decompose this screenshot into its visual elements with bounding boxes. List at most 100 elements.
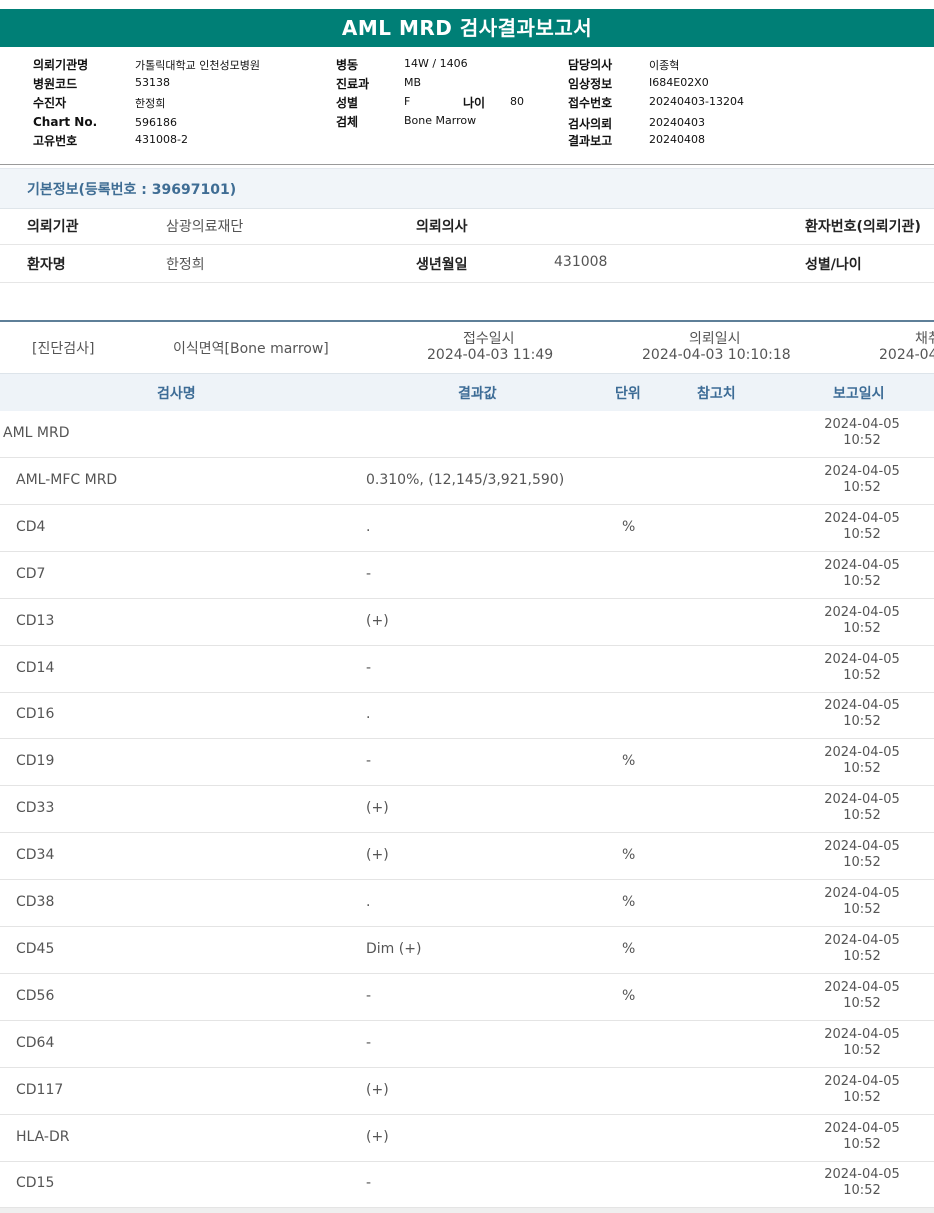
table-row: CD4.% 2024-04-05 10:52 <box>0 505 934 552</box>
report-datetime: 2024-04-05 10:52 <box>824 1121 900 1153</box>
hospital-name-label: 의뢰기관명 <box>33 58 89 72</box>
test-name: CD38 <box>16 894 55 910</box>
collected-value: 2024-04 <box>879 347 934 363</box>
report-date: 2024-04-05 <box>824 792 900 808</box>
report-time: 10:52 <box>843 855 881 871</box>
header-report-date: 보고일시 <box>833 386 885 402</box>
report-datetime: 2024-04-05 10:52 <box>824 933 900 965</box>
report-time: 10:52 <box>843 433 881 448</box>
table-row: CD56 -% 2024-04-05 10:52 <box>0 974 934 1021</box>
report-date: 2024-04-05 <box>824 1167 900 1183</box>
report-datetime: 2024-04-05 10:52 <box>824 605 900 637</box>
doctor-label: 담당의사 <box>568 58 613 72</box>
test-result: - <box>366 1175 372 1192</box>
table-row: AML MRD 2024-04-05 10:52 <box>0 411 934 458</box>
table-row: CD64 - 2024-04-05 10:52 <box>0 1021 934 1068</box>
received-value: 2024-04-03 11:49 <box>427 347 554 363</box>
test-name: CD117 <box>16 1081 64 1098</box>
result-table-body: AML MRD 2024-04-05 10:52 AML-MFC MRD 0.310%,… <box>0 411 934 1209</box>
test-name: CD64 <box>16 1034 55 1051</box>
hospital-name-value: 가톨릭대학교 인천성모병원 <box>135 59 260 72</box>
exam-type: [진단검사] <box>32 341 95 357</box>
report-time: 10:52 <box>843 808 881 824</box>
report-time: 10:52 <box>843 620 881 636</box>
report-date: 2024-04-05 <box>824 839 900 855</box>
report-time: 10:52 <box>843 1136 881 1152</box>
report-datetime: 2024-04-05 10:52 <box>824 745 900 777</box>
sex-age-label: 성별/나이 <box>805 257 862 273</box>
doctor-value: 이종혁 <box>649 59 680 72</box>
report-date: 2024-04-05 <box>824 698 900 714</box>
test-result: - <box>366 659 372 676</box>
test-result: . <box>366 894 371 910</box>
report-datetime: 2024-04-05 10:52 <box>824 792 900 824</box>
report-date: 2024-04-05 <box>824 1026 900 1042</box>
test-name: CD14 <box>16 659 55 676</box>
header-test-name: 검사명 <box>157 386 196 402</box>
request-date-label: 검사의뢰 <box>568 117 613 131</box>
report-time: 10:52 <box>843 1042 881 1058</box>
chart-no-label: Chart No. <box>33 115 98 129</box>
test-name: AML-MFC MRD <box>16 471 118 488</box>
report-datetime: 2024-04-05 10:52 <box>824 1027 900 1059</box>
specimen-label: 검체 <box>336 115 359 129</box>
report-time: 10:52 <box>843 573 881 589</box>
report-datetime: 2024-04-05 10:52 <box>824 1167 900 1199</box>
requested-label: 의뢰일시 <box>689 331 741 347</box>
test-name: CD19 <box>16 753 55 770</box>
basic-info-title: 기본정보(등록번호 : 39697101) <box>27 182 237 198</box>
table-row: CD19 -% 2024-04-05 10:52 <box>0 739 934 787</box>
test-result: . <box>366 706 371 723</box>
report-datetime: 2024-04-05 10:52 <box>824 886 900 918</box>
report-time: 10:52 <box>843 948 881 964</box>
test-result: (+) <box>366 1081 389 1098</box>
report-date: 2024-04-05 <box>824 557 900 573</box>
test-name: CD13 <box>16 612 55 629</box>
report-date-value: 20240408 <box>649 133 705 146</box>
header-unit: 단위 <box>615 386 641 402</box>
ward-value: 14W / 1406 <box>404 57 468 70</box>
patient-label: 수진자 <box>33 96 67 110</box>
report-date: 2024-04-05 <box>824 651 900 667</box>
hospital-code-value: 53138 <box>135 76 170 89</box>
unique-no-label: 고유번호 <box>33 134 78 148</box>
test-result: (+) <box>366 847 389 864</box>
test-result: Dim (+) <box>366 940 422 957</box>
table-row: HLA-DR (+) 2024-04-05 10:52 <box>0 1115 934 1162</box>
report-datetime: 2024-04-05 10:52 <box>824 417 900 449</box>
test-result: (+) <box>366 612 389 629</box>
test-name: CD33 <box>16 800 55 817</box>
report-date: 2024-04-05 <box>824 1073 900 1089</box>
request-date-value: 20240403 <box>649 116 705 129</box>
patient-name-label: 환자명 <box>27 257 66 273</box>
age-label: 나이 <box>463 96 486 110</box>
report-title: AML MRD 검사결과보고서 <box>0 9 934 47</box>
report-time: 10:52 <box>843 667 881 683</box>
table-row: AML-MFC MRD 0.310%, (12,145/3,921,590) 202… <box>0 458 934 505</box>
clinical-info-value: I684E02X0 <box>649 76 709 89</box>
basic-info-row: 의뢰기관 삼광의료재단 의뢰의사 환자번호(의뢰기관) <box>0 207 934 245</box>
test-result: . <box>366 518 371 535</box>
report-date: 2024-04-05 <box>824 745 900 761</box>
result-table-header: 검사명 결과값 단위 참고치 보고일시 <box>0 373 934 413</box>
report-date: 2024-04-05 <box>824 463 900 479</box>
table-row: CD7 - 2024-04-05 10:52 <box>0 552 934 599</box>
table-row: CD34 (+)% 2024-04-05 10:52 <box>0 833 934 881</box>
basic-info-section: 기본정보(등록번호 : 39697101) 의뢰기관 삼광의료재단 의뢰의사 환… <box>0 168 934 320</box>
hospital-code-label: 병원코드 <box>33 77 78 91</box>
patient-name-value: 한정희 <box>166 257 205 273</box>
test-unit: % <box>622 753 636 770</box>
exam-name: 이식면역[Bone marrow] <box>173 341 329 357</box>
report-date: 2024-04-05 <box>824 886 900 901</box>
report-date: 2024-04-05 <box>824 417 900 432</box>
test-result: (+) <box>366 1128 389 1145</box>
report-datetime: 2024-04-05 10:52 <box>824 980 900 1012</box>
exam-info-row: [진단검사] 이식면역[Bone marrow] 접수일시 2024-04-03… <box>0 322 934 373</box>
report-date: 2024-04-05 <box>824 979 900 995</box>
table-row: CD117 (+) 2024-04-05 10:52 <box>0 1068 934 1115</box>
basic-info-header: 기본정보(등록번호 : 39697101) <box>0 168 934 209</box>
test-unit: % <box>622 987 636 1004</box>
test-result: - <box>366 987 372 1004</box>
requesting-org-label: 의뢰기관 <box>27 219 79 235</box>
requesting-org-value: 삼광의료재단 <box>166 219 244 235</box>
